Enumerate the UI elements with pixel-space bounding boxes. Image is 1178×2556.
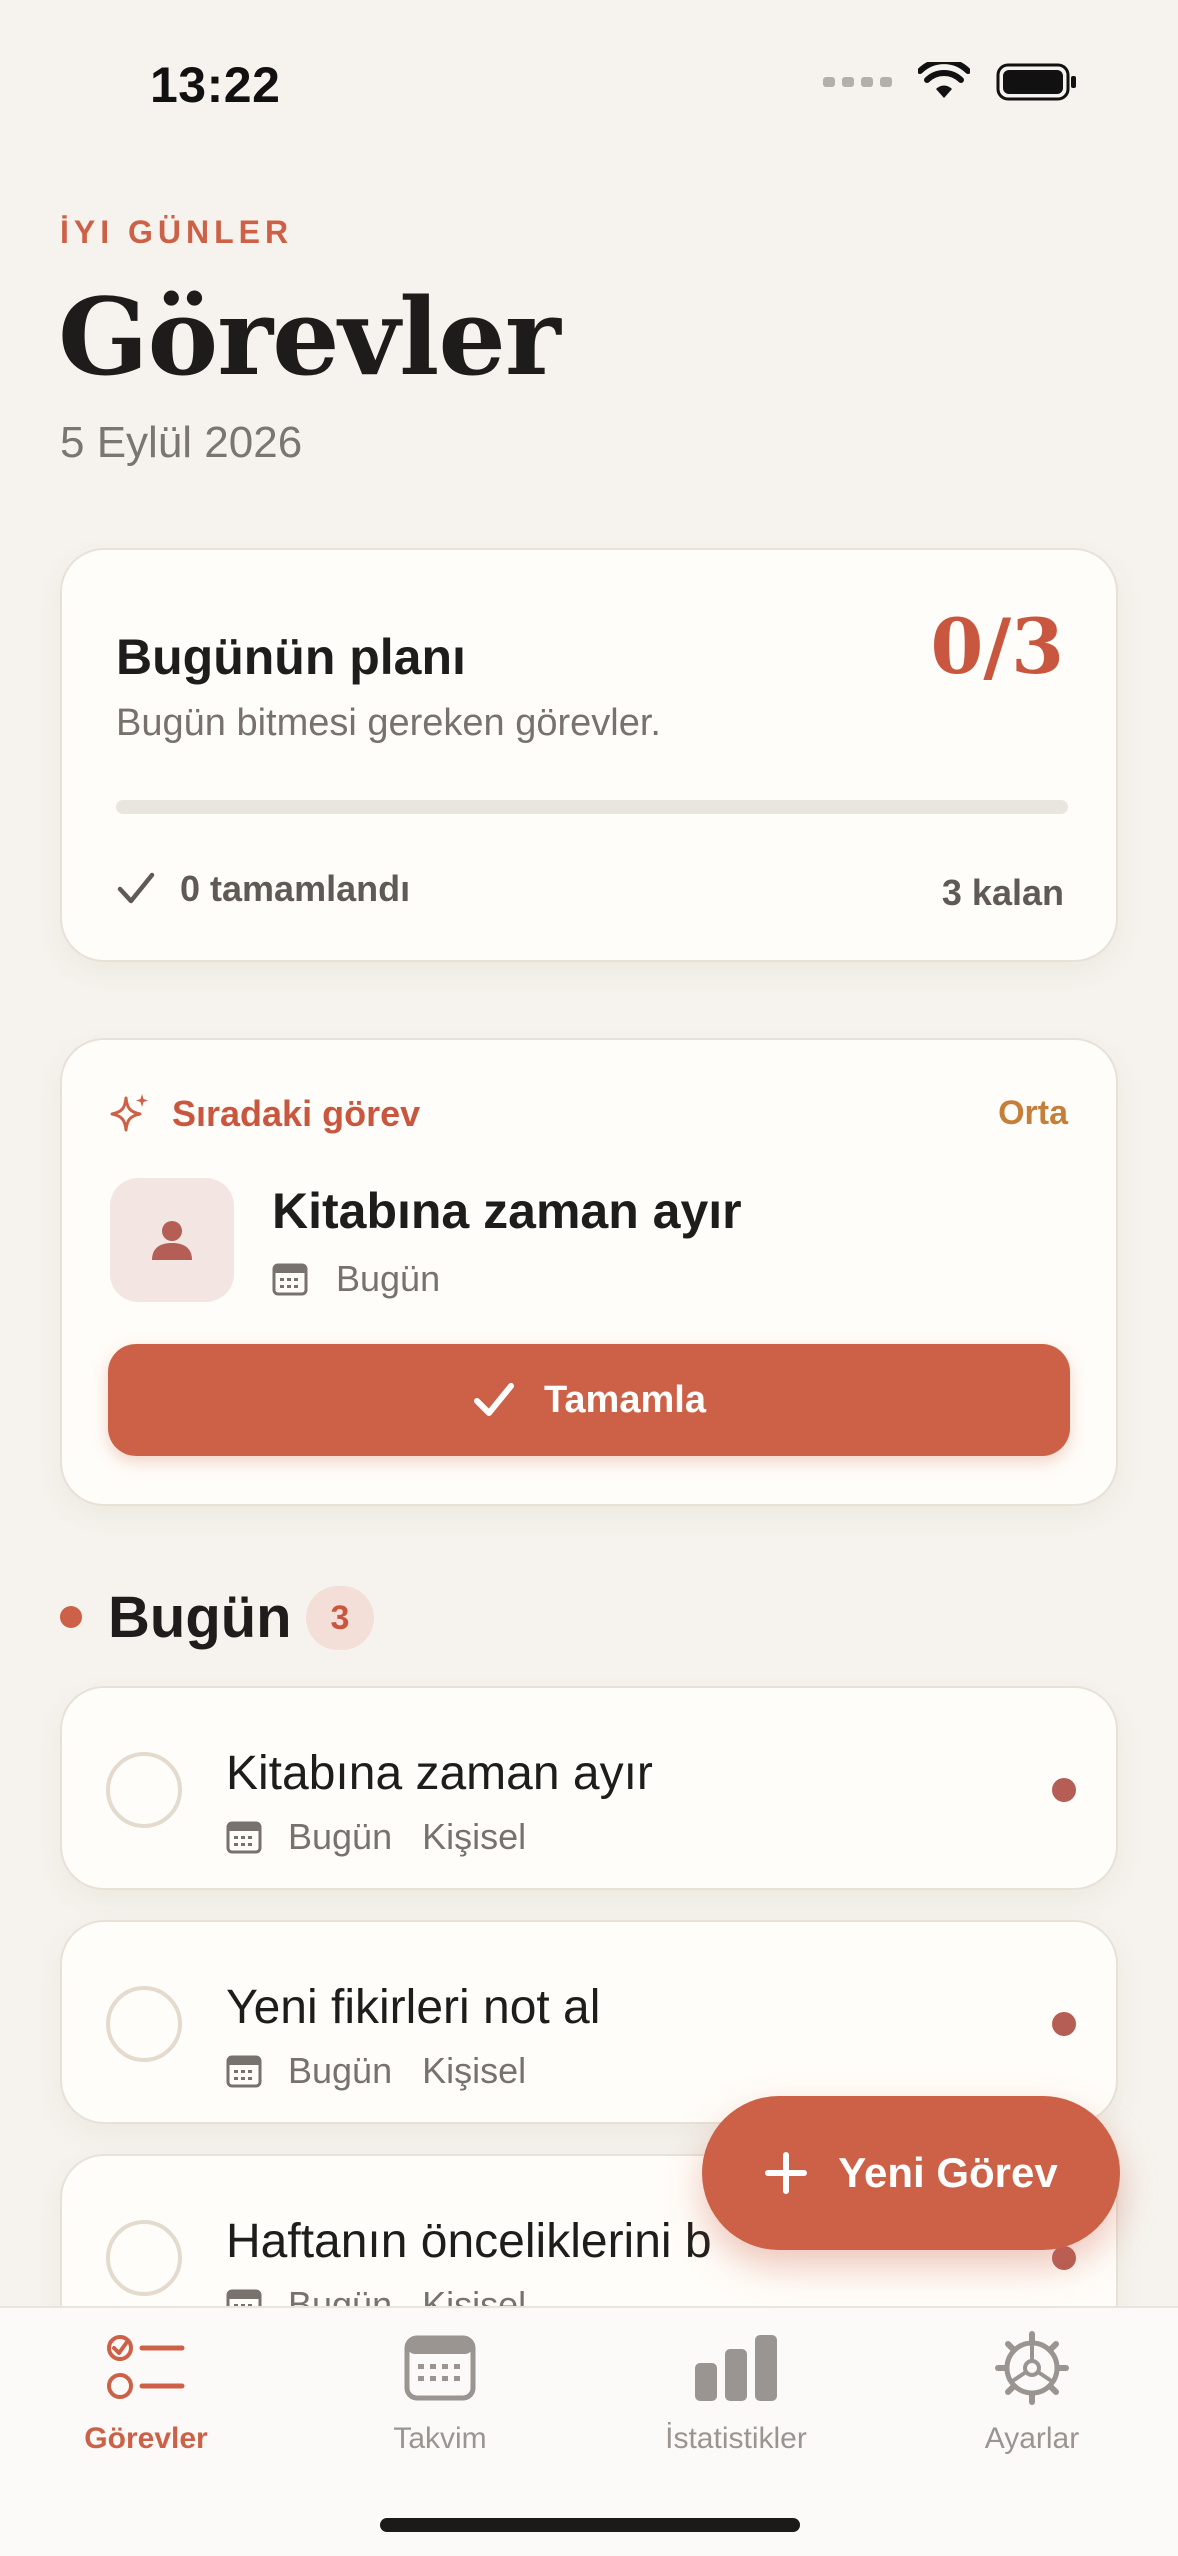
task-date: Bugün [288, 2050, 393, 2091]
new-task-button-label: Yeni Görev [838, 2149, 1058, 2196]
tab-settings-label: Ayarlar [984, 2422, 1080, 2455]
page-date: 5 Eylül 2026 [60, 418, 303, 467]
greeting: İYI GÜNLER [60, 214, 294, 250]
tab-tasks-label: Görevler [84, 2422, 208, 2455]
priority-dot [1052, 2012, 1076, 2036]
task-title: Kitabına zaman ayır [226, 1747, 653, 1800]
task-category: Kişisel [422, 1816, 527, 1857]
status-indicators [823, 62, 1078, 102]
task-checkbox[interactable] [106, 1752, 182, 1828]
task-title: Haftanın önceliklerini b [226, 2215, 712, 2268]
next-task-label-text: Sıradaki görev [172, 1093, 421, 1134]
next-task-title[interactable]: Kitabına zaman ayır [272, 1182, 742, 1240]
plan-completed-label: 0 tamamlandı [180, 868, 411, 909]
task-checkbox[interactable] [106, 2220, 182, 2296]
page-title: Görevler [58, 274, 561, 399]
status-time: 13:22 [150, 57, 281, 113]
tasks-icon [106, 2320, 186, 2416]
checkmark-icon [117, 872, 155, 904]
tab-settings[interactable]: Ayarlar [912, 2320, 1152, 2456]
cellular-signal-icon [823, 77, 892, 87]
plan-count: 0/3 [930, 602, 1064, 691]
bar-chart-icon [691, 2320, 781, 2416]
complete-button-label: Tamamla [544, 1378, 706, 1421]
next-task-date: Bugün [272, 1258, 440, 1300]
task-row[interactable]: Yeni fikirleri not al Bugün Kişisel [60, 1920, 1118, 2124]
wifi-icon [918, 62, 970, 98]
plan-subtitle: Bugün bitmesi gereken görevler. [116, 702, 661, 744]
task-row[interactable]: Kitabına zaman ayır Bugün Kişisel [60, 1686, 1118, 1890]
section-title: Bugün [108, 1585, 292, 1650]
battery-icon [996, 63, 1076, 101]
complete-button[interactable]: Tamamla [108, 1344, 1070, 1456]
plan-remaining: 3 kalan [941, 872, 1064, 913]
person-icon [110, 1178, 234, 1302]
priority-dot [1052, 2246, 1076, 2270]
next-task-date-text: Bugün [336, 1258, 441, 1299]
today-plan-card: Bugünün planı 0/3 Bugün bitmesi gereken … [60, 548, 1118, 962]
calendar-icon [404, 2320, 476, 2416]
priority-dot [1052, 1778, 1076, 1802]
gear-icon [994, 2320, 1070, 2416]
sparkle-icon [110, 1094, 148, 1132]
task-category: Kişisel [422, 2050, 527, 2091]
task-checkbox[interactable] [106, 1986, 182, 2062]
checkmark-icon [474, 1383, 515, 1416]
tab-statistics-label: İstatistikler [665, 2422, 807, 2455]
plan-completed: 0 tamamlandı [116, 868, 410, 910]
plan-title: Bugünün planı [116, 629, 466, 685]
tab-tasks[interactable]: Görevler [26, 2320, 266, 2456]
section-dot [60, 1606, 82, 1628]
plus-icon [765, 2152, 808, 2194]
tab-calendar-label: Takvim [393, 2422, 487, 2455]
next-task-card: Sıradaki görev Orta Kitabına zaman ayır … [60, 1038, 1118, 1506]
task-meta: Bugün Kişisel [226, 2050, 526, 2092]
calendar-icon [272, 1263, 308, 1296]
priority-badge: Orta [998, 1094, 1068, 1132]
new-task-button[interactable]: Yeni Görev [702, 2096, 1120, 2250]
calendar-icon [226, 1821, 262, 1854]
section-count-badge: 3 [306, 1586, 374, 1650]
calendar-icon [226, 2055, 262, 2088]
task-title: Yeni fikirleri not al [226, 1981, 601, 2034]
next-task-label: Sıradaki görev [110, 1092, 420, 1136]
plan-progress-bar [116, 800, 1068, 814]
home-indicator [380, 2518, 800, 2532]
task-meta: Bugün Kişisel [226, 1816, 526, 1858]
task-date: Bugün [288, 1816, 393, 1857]
tab-calendar[interactable]: Takvim [320, 2320, 560, 2456]
tab-statistics[interactable]: İstatistikler [616, 2320, 856, 2456]
